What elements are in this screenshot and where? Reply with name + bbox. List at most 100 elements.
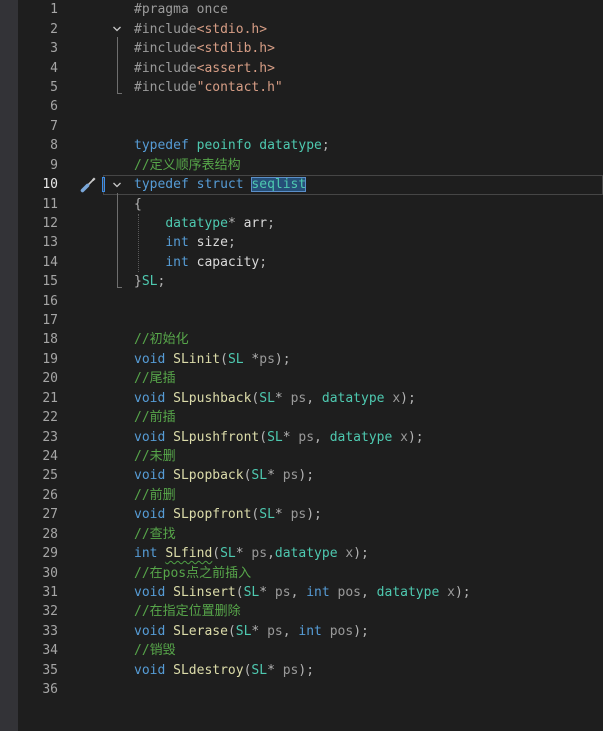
type-name-token[interactable]: datatype (259, 138, 322, 153)
code-text[interactable]: //初始化 (134, 330, 189, 349)
code-editor[interactable]: 1 #pragma once 2 #include<stdio.h> 3 #include… (0, 0, 603, 699)
keyword-token[interactable]: int (165, 235, 196, 250)
code-text[interactable]: void SLpushback(SL* ps, datatype x); (134, 389, 416, 408)
editor-line[interactable]: 20 //尾插 (0, 369, 603, 388)
screwdriver-icon[interactable] (79, 176, 97, 194)
code-text[interactable]: { (134, 195, 142, 214)
punctuation-token[interactable]: * (236, 546, 252, 561)
code-text[interactable]: int SLfind(SL* ps,datatype x); (134, 544, 369, 563)
parameter-token[interactable]: x (392, 391, 400, 406)
keyword-token[interactable]: void (134, 507, 173, 522)
parameter-token[interactable]: x (447, 585, 455, 600)
chevron-down-icon[interactable] (112, 180, 122, 190)
type-name-token[interactable]: SL (228, 352, 251, 367)
editor-line[interactable]: 32 //在指定位置删除 (0, 602, 603, 621)
include-path-token[interactable]: "contact.h" (197, 80, 283, 95)
keyword-token[interactable]: void (134, 585, 173, 600)
comment-token[interactable]: //前插 (134, 410, 176, 425)
punctuation-token[interactable]: , (306, 391, 322, 406)
code-text[interactable]: #pragma once (134, 0, 228, 19)
parameter-token[interactable]: ps (283, 468, 299, 483)
preprocessor-token[interactable]: #include (134, 41, 197, 56)
type-name-token[interactable]: SL (251, 663, 267, 678)
editor-line[interactable]: 5 #include"contact.h" (0, 78, 603, 97)
punctuation-token[interactable]: ; (322, 138, 330, 153)
type-name-token[interactable]: datatype (377, 585, 447, 600)
type-name-token[interactable]: datatype (322, 391, 392, 406)
comment-token[interactable]: //在pos点之前插入 (134, 566, 251, 581)
code-text[interactable]: void SLerase(SL* ps, int pos); (134, 622, 369, 641)
punctuation-token[interactable]: ( (220, 352, 228, 367)
type-name-token[interactable]: datatype (330, 430, 400, 445)
comment-token[interactable]: //销毁 (134, 643, 176, 658)
punctuation-token[interactable]: ); (400, 391, 416, 406)
code-text[interactable]: void SLdestroy(SL* ps); (134, 661, 314, 680)
editor-line[interactable]: 9 //定义顺序表结构 (0, 156, 603, 175)
type-name-token[interactable]: SL (142, 274, 158, 289)
punctuation-token[interactable]: , (283, 624, 299, 639)
editor-line[interactable]: 25 void SLpopback(SL* ps); (0, 466, 603, 485)
editor-line[interactable]: 1 #pragma once (0, 0, 603, 19)
punctuation-token[interactable]: ; (157, 274, 165, 289)
code-text[interactable]: //销毁 (134, 641, 176, 660)
editor-line[interactable]: 18 //初始化 (0, 330, 603, 349)
comment-token[interactable]: //查找 (134, 527, 176, 542)
punctuation-token[interactable]: ); (298, 663, 314, 678)
editor-line[interactable]: 6 (0, 97, 603, 116)
punctuation-token[interactable]: ; (228, 235, 236, 250)
code-text[interactable]: datatype* arr; (134, 214, 275, 233)
code-text[interactable]: //前删 (134, 486, 176, 505)
editor-line[interactable]: 13 int size; (0, 233, 603, 252)
type-name-token[interactable]: datatype (275, 546, 345, 561)
punctuation-token[interactable]: ); (408, 430, 424, 445)
code-text[interactable]: #include"contact.h" (134, 78, 283, 97)
punctuation-token[interactable]: * (251, 624, 267, 639)
parameter-token[interactable]: ps (275, 585, 291, 600)
parameter-token[interactable]: ps (259, 352, 275, 367)
keyword-token[interactable]: void (134, 468, 173, 483)
editor-line[interactable]: 23 void SLpushfront(SL* ps, datatype x); (0, 428, 603, 447)
keyword-token[interactable]: void (134, 663, 173, 678)
editor-line[interactable]: 27 void SLpopfront(SL* ps); (0, 505, 603, 524)
code-text[interactable]: //尾插 (134, 369, 176, 388)
type-name-token[interactable]: SL (259, 391, 275, 406)
keyword-token[interactable]: void (134, 430, 173, 445)
punctuation-token[interactable]: ); (353, 546, 369, 561)
code-text[interactable]: int size; (134, 233, 236, 252)
parameter-token[interactable]: ps (267, 624, 283, 639)
editor-line[interactable]: 31 void SLinsert(SL* ps, int pos, datatyp… (0, 583, 603, 602)
identifier-token[interactable]: arr (244, 216, 267, 231)
parameter-token[interactable]: x (345, 546, 353, 561)
preprocessor-token[interactable]: #include (134, 22, 197, 37)
code-text[interactable]: //定义顺序表结构 (134, 156, 241, 175)
punctuation-token[interactable]: ); (353, 624, 369, 639)
comment-token[interactable]: //未删 (134, 449, 176, 464)
editor-line[interactable]: 28 //查找 (0, 525, 603, 544)
keyword-token[interactable]: int (165, 255, 196, 270)
punctuation-token[interactable]: , (291, 585, 307, 600)
keyword-token[interactable]: void (134, 624, 173, 639)
punctuation-token[interactable]: ); (298, 468, 314, 483)
editor-line[interactable]: 4 #include<assert.h> (0, 59, 603, 78)
keyword-token[interactable]: int (134, 546, 165, 561)
editor-line[interactable]: 33 void SLerase(SL* ps, int pos); (0, 622, 603, 641)
editor-line[interactable]: 29 int SLfind(SL* ps,datatype x); (0, 544, 603, 563)
identifier-token[interactable]: size (197, 235, 228, 250)
code-text[interactable]: void SLpushfront(SL* ps, datatype x); (134, 428, 424, 447)
editor-line[interactable]: 21 void SLpushback(SL* ps, datatype x); (0, 389, 603, 408)
function-name-token[interactable]: SLpushfront (173, 430, 259, 445)
punctuation-token[interactable]: } (134, 274, 142, 289)
comment-token[interactable]: //初始化 (134, 332, 189, 347)
type-name-token[interactable]: datatype (165, 216, 228, 231)
keyword-token[interactable]: typedef (134, 138, 197, 153)
code-text[interactable]: void SLinit(SL *ps); (134, 350, 291, 369)
parameter-token[interactable]: pos (330, 624, 353, 639)
preprocessor-token[interactable]: #pragma once (134, 2, 228, 17)
preprocessor-token[interactable]: #include (134, 61, 197, 76)
punctuation-token[interactable]: * (259, 585, 275, 600)
current-line[interactable]: 10 typedef struct seqlist (0, 175, 603, 195)
editor-line[interactable]: 11 { (0, 195, 603, 214)
parameter-token[interactable]: ps (251, 546, 267, 561)
code-text[interactable]: #include<stdlib.h> (134, 39, 275, 58)
punctuation-token[interactable]: { (134, 197, 142, 212)
